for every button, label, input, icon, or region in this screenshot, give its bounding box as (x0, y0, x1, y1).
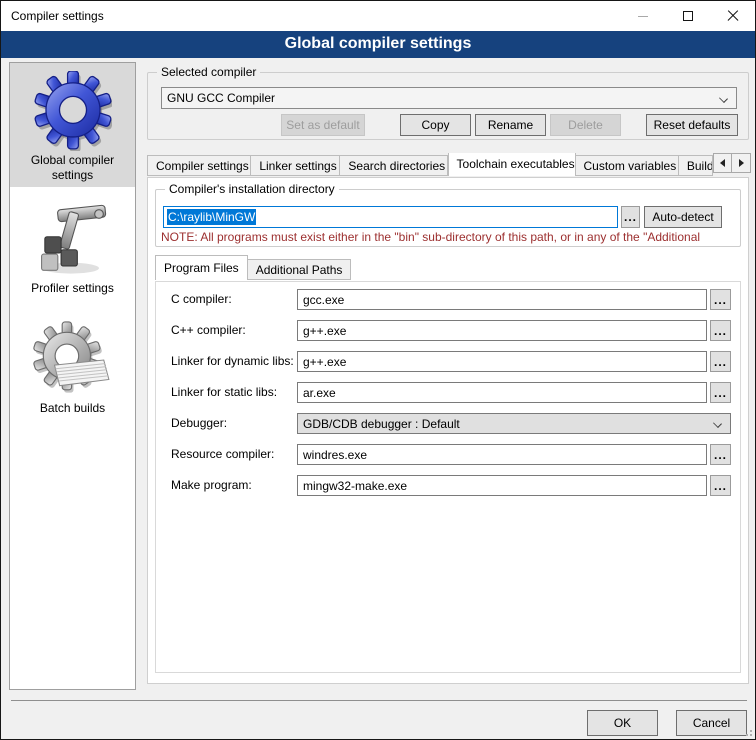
installation-note: NOTE: All programs must exist either in … (161, 230, 741, 244)
rename-button[interactable]: Rename (475, 114, 546, 136)
arrow-left-icon (720, 159, 725, 167)
installation-directory-value: C:\raylib\MinGW (167, 209, 256, 225)
tab-custom-variables[interactable]: Custom variables (576, 155, 679, 176)
sidebar-item-batch-builds[interactable]: Batch builds (10, 311, 135, 427)
static-linker-value: ar.exe (303, 386, 336, 400)
footer-divider (11, 700, 747, 701)
make-program-input[interactable]: mingw32-make.exe (297, 475, 707, 496)
debugger-label: Debugger: (171, 413, 227, 434)
dynamic-linker-browse-button[interactable]: ... (710, 351, 731, 372)
c-compiler-label: C compiler: (171, 289, 232, 310)
settings-tabs: Compiler settings Linker settings Search… (147, 153, 713, 176)
tab-toolchain-executables[interactable]: Toolchain executables (448, 153, 576, 176)
sidebar-item-profiler-settings[interactable]: Profiler settings (10, 193, 135, 301)
dynamic-linker-label: Linker for dynamic libs: (171, 351, 294, 372)
cpp-compiler-input[interactable]: g++.exe (297, 320, 707, 341)
installation-directory-browse-button[interactable]: ... (621, 206, 640, 228)
maximize-button[interactable] (665, 1, 710, 31)
sidebar-item-label: Batch builds (10, 399, 135, 424)
sidebar-item-label: Global compiler settings (10, 151, 135, 191)
compiler-settings-dialog: Compiler settings Global compiler settin… (0, 0, 756, 740)
tab-build-options[interactable]: Build options (679, 155, 713, 176)
debugger-select[interactable]: GDB/CDB debugger : Default (297, 413, 731, 434)
caption-buttons (620, 1, 755, 31)
make-program-browse-button[interactable]: ... (710, 475, 731, 496)
settings-sidebar: Global compiler settings (9, 62, 136, 690)
static-linker-input[interactable]: ar.exe (297, 382, 707, 403)
dynamic-linker-input[interactable]: g++.exe (297, 351, 707, 372)
close-button[interactable] (710, 1, 755, 31)
auto-detect-button[interactable]: Auto-detect (644, 206, 722, 228)
tab-linker-settings[interactable]: Linker settings (251, 155, 340, 176)
window-title: Compiler settings (11, 9, 104, 23)
c-compiler-input[interactable]: gcc.exe (297, 289, 707, 310)
page-title: Global compiler settings (1, 31, 755, 58)
tab-search-directories[interactable]: Search directories (340, 155, 447, 176)
cpp-compiler-browse-button[interactable]: ... (710, 320, 731, 341)
resource-compiler-label: Resource compiler: (171, 444, 274, 465)
static-linker-browse-button[interactable]: ... (710, 382, 731, 403)
resource-compiler-value: windres.exe (303, 448, 367, 462)
sidebar-item-label: Profiler settings (10, 279, 135, 304)
set-as-default-button: Set as default (281, 114, 365, 136)
resource-compiler-browse-button[interactable]: ... (710, 444, 731, 465)
tab-scroll-arrows (713, 153, 751, 173)
installation-directory-group-label: Compiler's installation directory (165, 182, 339, 196)
reset-defaults-button[interactable]: Reset defaults (646, 114, 738, 136)
c-compiler-browse-button[interactable]: ... (710, 289, 731, 310)
tab-scroll-left-button[interactable] (713, 153, 732, 173)
debugger-value: GDB/CDB debugger : Default (303, 417, 460, 431)
resource-compiler-input[interactable]: windres.exe (297, 444, 707, 465)
selected-compiler-group-label: Selected compiler (157, 65, 260, 79)
program-files-tabs: Program Files Additional Paths (155, 257, 351, 280)
delete-button: Delete (550, 114, 621, 136)
chevron-down-icon (713, 419, 722, 428)
dynamic-linker-value: g++.exe (303, 355, 346, 369)
minimize-button (620, 1, 665, 31)
ok-button[interactable]: OK (587, 710, 658, 736)
tab-additional-paths[interactable]: Additional Paths (248, 259, 352, 280)
caliper-icon (10, 201, 135, 279)
compiler-select-value: GNU GCC Compiler (167, 91, 275, 105)
minimize-icon (638, 16, 648, 17)
maximize-icon (683, 11, 693, 21)
compiler-select[interactable]: GNU GCC Compiler (161, 87, 737, 109)
make-program-value: mingw32-make.exe (303, 479, 407, 493)
c-compiler-value: gcc.exe (303, 293, 344, 307)
arrow-right-icon (739, 159, 744, 167)
resize-grip-icon[interactable] (742, 726, 752, 736)
chevron-down-icon (719, 94, 728, 103)
tab-compiler-settings[interactable]: Compiler settings (147, 155, 251, 176)
title-bar[interactable]: Compiler settings (1, 1, 755, 31)
tab-program-files[interactable]: Program Files (155, 255, 248, 280)
cancel-button[interactable]: Cancel (676, 710, 747, 736)
tab-scroll-right-button[interactable] (732, 153, 751, 173)
close-icon (727, 10, 739, 22)
copy-button[interactable]: Copy (400, 114, 471, 136)
cpp-compiler-value: g++.exe (303, 324, 346, 338)
blue-gear-icon (10, 71, 135, 151)
sidebar-item-global-compiler-settings[interactable]: Global compiler settings (10, 63, 135, 187)
static-linker-label: Linker for static libs: (171, 382, 277, 403)
make-program-label: Make program: (171, 475, 252, 496)
installation-directory-input[interactable]: C:\raylib\MinGW (163, 206, 618, 228)
gray-gear-stack-icon (10, 319, 135, 399)
cpp-compiler-label: C++ compiler: (171, 320, 246, 341)
